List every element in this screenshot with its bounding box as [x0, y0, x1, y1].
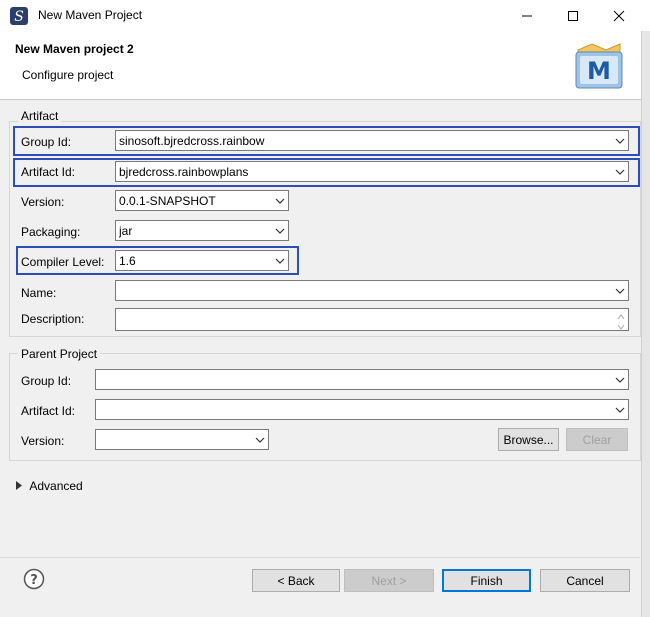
- artifact-section-label: Artifact: [18, 109, 62, 123]
- compiler-level-value: 1.6: [119, 253, 136, 268]
- close-button[interactable]: [596, 0, 642, 31]
- minimize-icon: [522, 15, 532, 16]
- help-button[interactable]: ?: [23, 568, 45, 593]
- chevron-down-icon[interactable]: [272, 251, 288, 270]
- parent-version-label: Version:: [21, 434, 65, 448]
- parent-version-combo[interactable]: [95, 429, 269, 450]
- artifact-id-combo[interactable]: bjredcross.rainbowplans: [115, 161, 629, 182]
- group-id-combo[interactable]: sinosoft.bjredcross.rainbow: [115, 130, 629, 151]
- clear-button[interactable]: Clear: [566, 428, 628, 451]
- parent-group-id-label: Group Id:: [21, 374, 72, 388]
- description-label: Description:: [21, 312, 85, 326]
- version-label: Version:: [21, 195, 65, 209]
- artifact-id-label: Artifact Id:: [21, 165, 76, 179]
- cancel-button[interactable]: Cancel: [540, 569, 630, 592]
- parent-artifact-id-label: Artifact Id:: [21, 404, 76, 418]
- wizard-subtitle: Configure project: [22, 68, 114, 82]
- scroll-down-icon[interactable]: [616, 320, 626, 334]
- svg-text:?: ?: [30, 573, 38, 588]
- window-title: New Maven Project: [38, 8, 143, 22]
- maven-logo-icon: M: [572, 40, 626, 92]
- packaging-value: jar: [119, 223, 133, 238]
- packaging-combo[interactable]: jar: [115, 220, 289, 241]
- footer-separator: [0, 557, 640, 558]
- parent-section-label: Parent Project: [18, 347, 101, 361]
- version-value: 0.0.1-SNAPSHOT: [119, 193, 216, 208]
- advanced-toggle[interactable]: Advanced: [16, 478, 83, 493]
- wizard-title: New Maven project 2: [15, 42, 134, 56]
- description-field[interactable]: [115, 308, 629, 331]
- finish-button[interactable]: Finish: [442, 569, 531, 592]
- parent-artifact-id-combo[interactable]: [95, 399, 629, 420]
- chevron-down-icon[interactable]: [612, 281, 628, 300]
- maximize-icon: [568, 10, 578, 21]
- name-label: Name:: [21, 286, 57, 300]
- chevron-down-icon[interactable]: [272, 221, 288, 240]
- app-icon: S: [9, 6, 29, 26]
- back-button[interactable]: < Back: [252, 569, 340, 592]
- compiler-level-label: Compiler Level:: [21, 255, 105, 269]
- group-id-label: Group Id:: [21, 135, 72, 149]
- advanced-label: Advanced: [29, 478, 83, 493]
- maximize-button[interactable]: [550, 0, 596, 31]
- close-icon: [613, 10, 625, 21]
- chevron-down-icon[interactable]: [252, 430, 268, 449]
- svg-text:S: S: [14, 9, 24, 25]
- next-button[interactable]: Next >: [344, 569, 434, 592]
- help-icon: ?: [23, 568, 45, 590]
- svg-text:M: M: [587, 57, 611, 85]
- chevron-down-icon[interactable]: [612, 370, 628, 389]
- artifact-id-value: bjredcross.rainbowplans: [119, 164, 249, 179]
- chevron-down-icon[interactable]: [612, 162, 628, 181]
- background-window-edge: [641, 31, 650, 617]
- compiler-level-combo[interactable]: 1.6: [115, 250, 289, 271]
- group-id-value: sinosoft.bjredcross.rainbow: [119, 133, 265, 148]
- parent-group-id-combo[interactable]: [95, 369, 629, 390]
- chevron-down-icon[interactable]: [612, 131, 628, 150]
- packaging-label: Packaging:: [21, 225, 81, 239]
- chevron-down-icon[interactable]: [612, 400, 628, 419]
- version-combo[interactable]: 0.0.1-SNAPSHOT: [115, 190, 289, 211]
- browse-button[interactable]: Browse...: [498, 428, 559, 451]
- triangle-right-icon: [16, 481, 22, 491]
- minimize-button[interactable]: [504, 0, 550, 31]
- chevron-down-icon[interactable]: [272, 191, 288, 210]
- name-combo[interactable]: [115, 280, 629, 301]
